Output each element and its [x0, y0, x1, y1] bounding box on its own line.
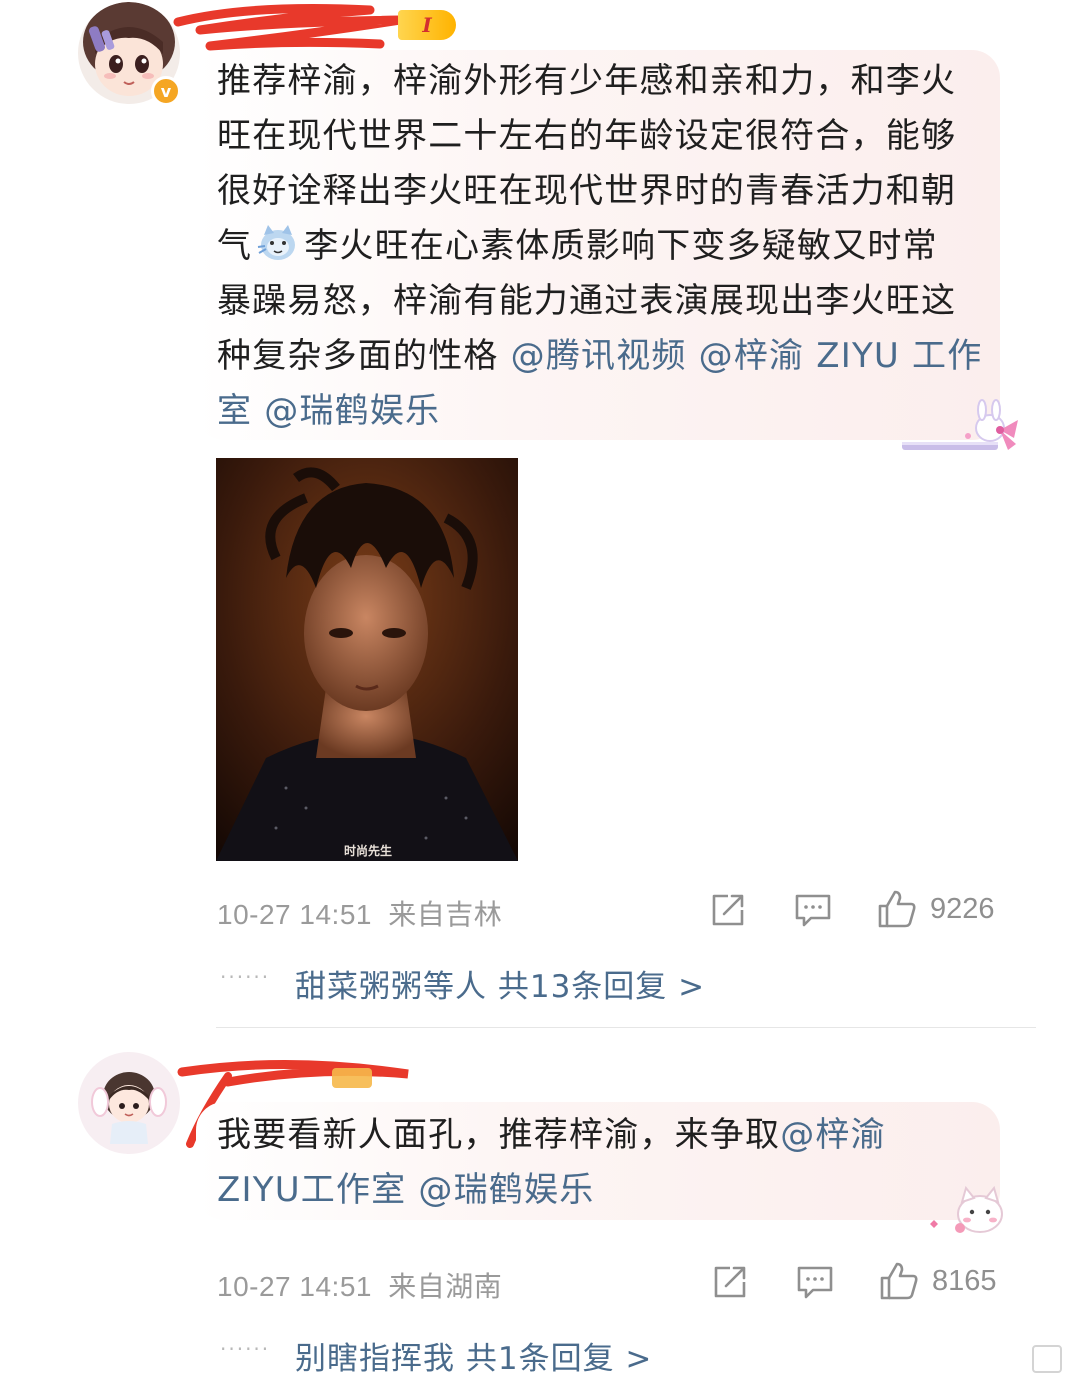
user-level-badge: I — [398, 10, 456, 40]
comment-line: 种复杂多面的性格 @腾讯视频 @梓渝 ZIYU 工作 — [217, 336, 983, 376]
comment-time: 10-27 14:51 — [217, 899, 372, 930]
comment-line: 推荐梓渝，梓渝外形有少年感和亲和力，和李火 — [217, 61, 957, 101]
comment-divider — [216, 1027, 1036, 1028]
comment-text: 推荐梓渝，梓渝外形有少年感和亲和力，和李火 旺在现代世界二十左右的年龄设定很符合… — [217, 54, 1007, 439]
comment-time: 10-27 14:51 — [217, 1271, 372, 1302]
reply-dots: ······ — [220, 1337, 271, 1361]
comment-line: 暴躁易怒，梓渝有能力通过表演展现出李火旺这 — [217, 281, 957, 321]
photo-watermark: 时尚先生 — [344, 844, 393, 858]
view-replies-link[interactable]: 甜菜粥粥等人 共13条回复 > — [295, 961, 705, 1006]
like-icon[interactable] — [876, 888, 918, 930]
share-icon[interactable] — [710, 1262, 750, 1302]
mention-link[interactable]: @梓渝 ZIYU 工作 — [699, 336, 983, 376]
comment-icon[interactable] — [793, 890, 833, 930]
comment-line: 室 @瑞鹤娱乐 — [217, 384, 1007, 439]
comment-icon[interactable] — [795, 1262, 835, 1302]
share-icon[interactable] — [708, 890, 748, 930]
comment-line: 气 李火旺在心素体质影响下变多疑敏又时常 — [217, 219, 1007, 274]
verified-badge-icon: v — [151, 76, 181, 106]
reply-dots: ······ — [220, 965, 271, 989]
mention-link[interactable]: @瑞鹤娱乐 — [418, 1170, 594, 1210]
avatar[interactable] — [78, 1052, 180, 1154]
mention-link[interactable]: @梓渝 — [780, 1115, 886, 1155]
kitten-decoration-icon — [930, 1185, 1003, 1233]
comment-meta: 10-27 14:51 来自湖南 — [217, 1265, 502, 1305]
cat-emoji-icon — [256, 223, 300, 263]
like-icon[interactable] — [878, 1260, 920, 1302]
expand-handle[interactable] — [1032, 1345, 1062, 1373]
like-count: 9226 — [930, 893, 995, 925]
comment-meta: 10-27 14:51 来自吉林 — [217, 893, 502, 933]
comment-line: 很好诠释出李火旺在现代世界时的青春活力和朝 — [217, 171, 957, 211]
comment-location: 来自吉林 — [388, 899, 503, 930]
like-count: 8165 — [932, 1265, 997, 1297]
comment-feed: v I 推荐梓渝，梓渝外形有少年感和亲和力，和李火 旺在现代世界二十左右的年龄设… — [0, 0, 1080, 1395]
comment-line: 旺在现代世界二十左右的年龄设定很符合，能够 — [217, 116, 957, 156]
view-replies-link[interactable]: 别瞎指挥我 共1条回复 > — [295, 1333, 652, 1378]
mention-link[interactable]: 室 — [217, 391, 252, 431]
mention-link[interactable]: @瑞鹤娱乐 — [264, 391, 440, 431]
mention-link[interactable]: ZIYU工作室 — [217, 1170, 406, 1210]
bunny-bow-decoration-icon — [902, 399, 1018, 450]
comment-location: 来自湖南 — [388, 1271, 503, 1302]
comment-line: 我要看新人面孔，推荐梓渝，来争取@梓渝 — [217, 1115, 886, 1155]
mention-link[interactable]: @腾讯视频 — [511, 336, 687, 376]
comment-line: ZIYU工作室 @瑞鹤娱乐 — [217, 1163, 1007, 1218]
comment-text: 我要看新人面孔，推荐梓渝，来争取@梓渝 ZIYU工作室 @瑞鹤娱乐 — [217, 1108, 1007, 1218]
post-photo[interactable] — [216, 458, 518, 861]
